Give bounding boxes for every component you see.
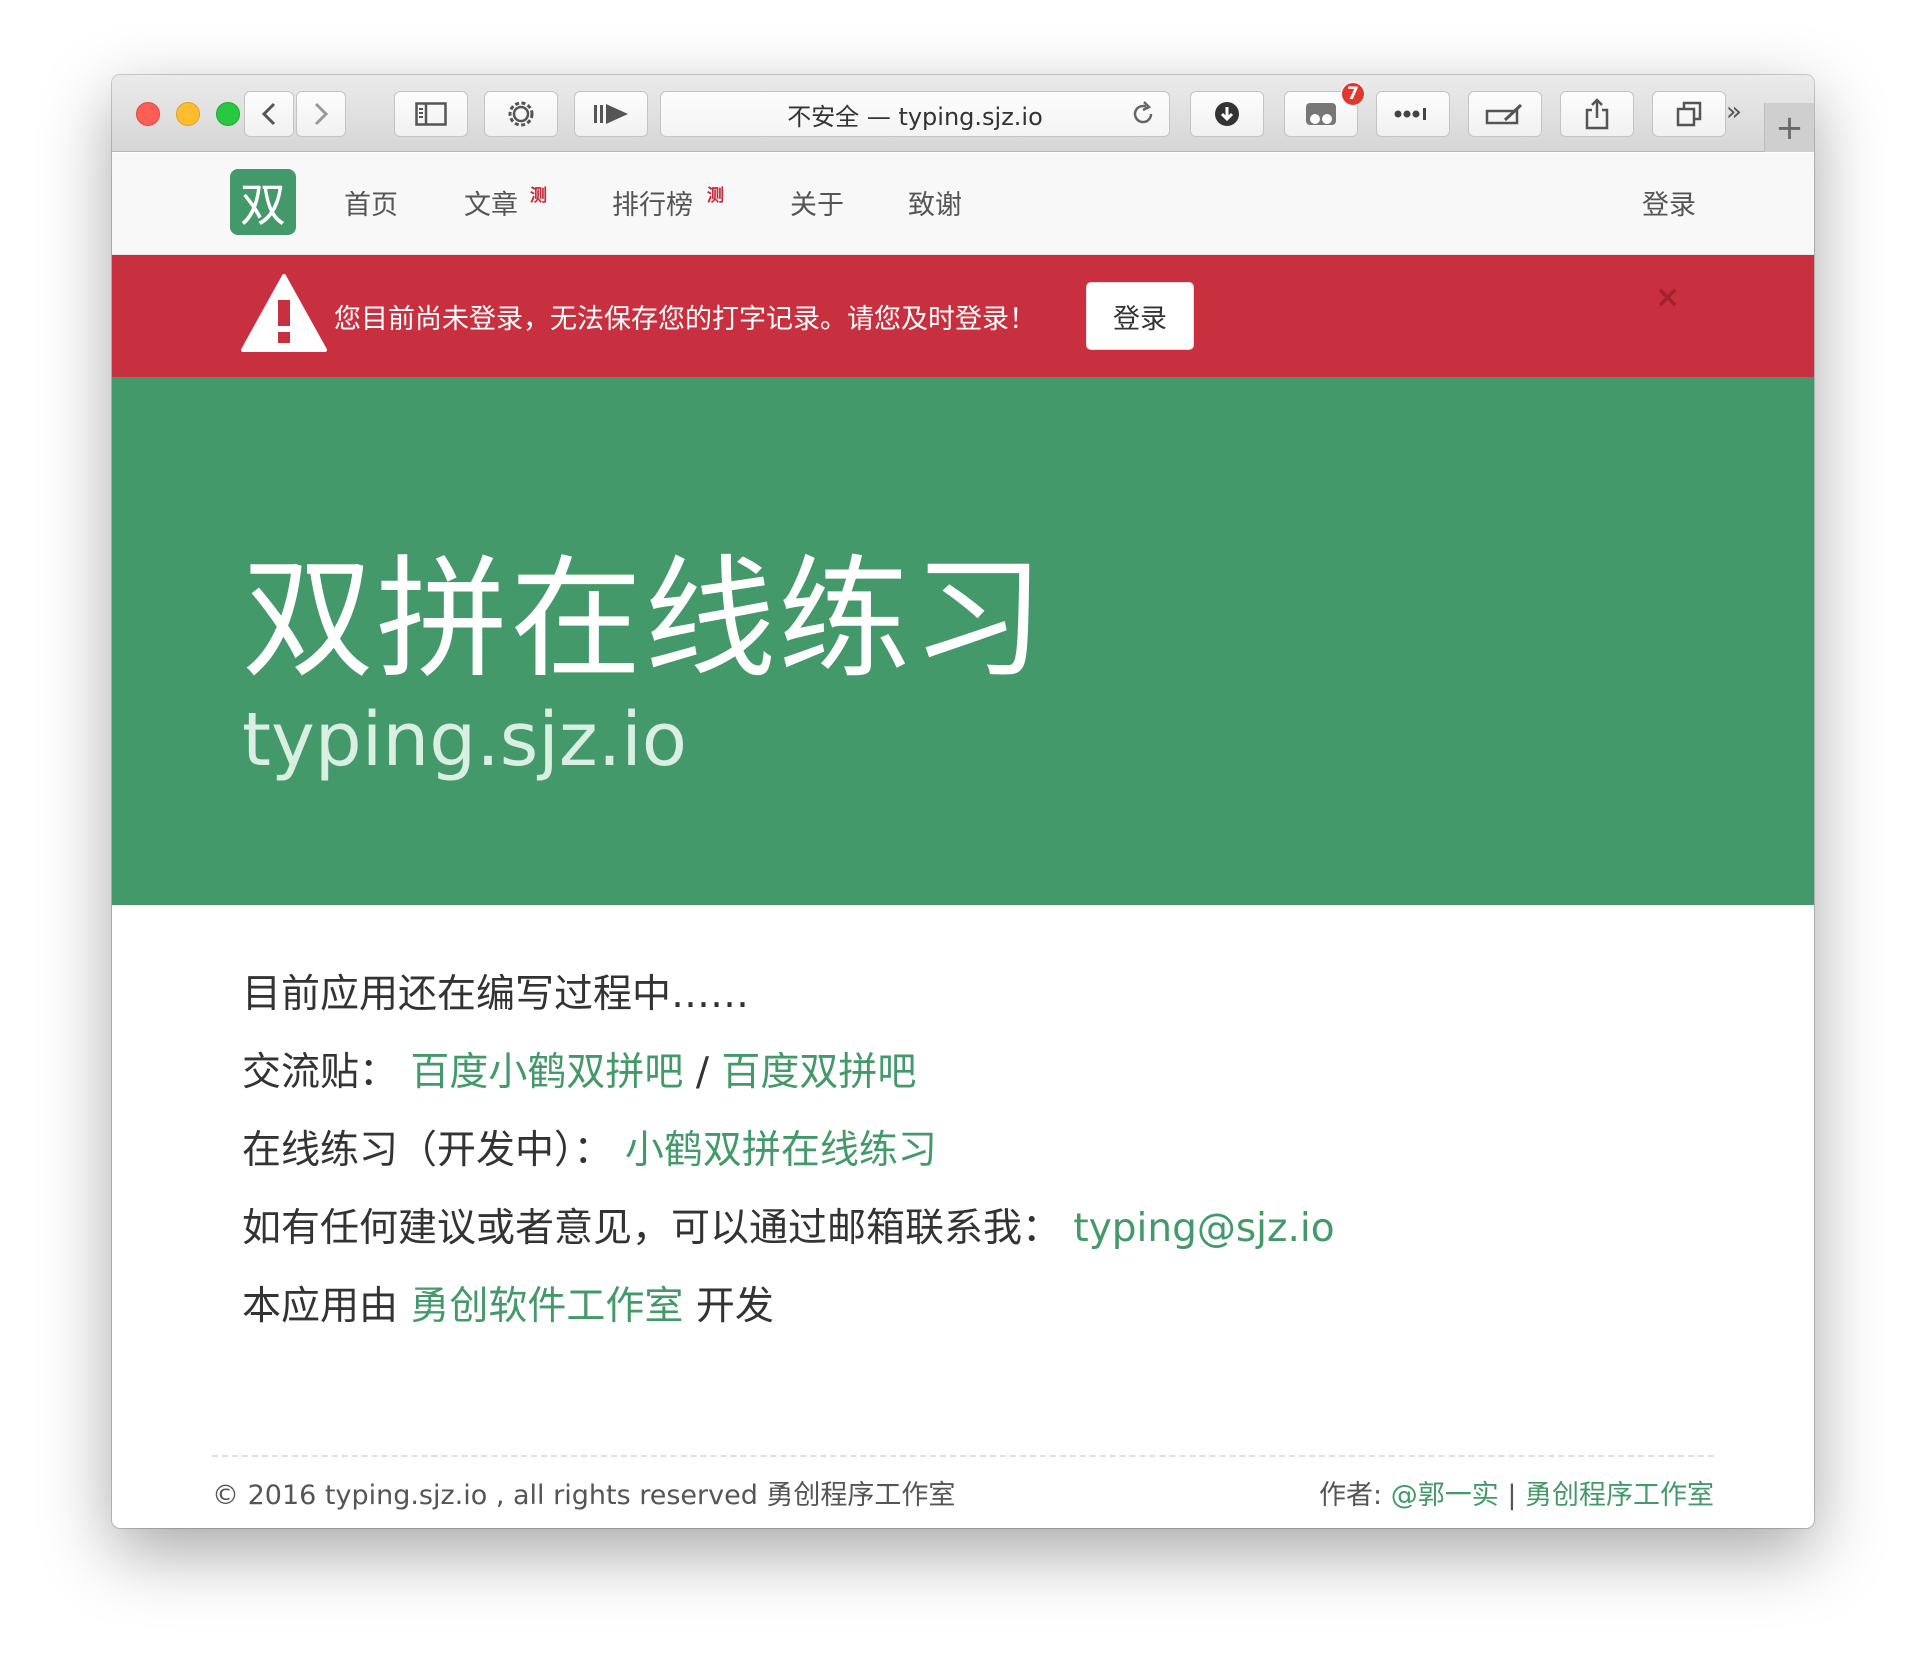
sidebar-icon	[415, 102, 447, 126]
zoom-window-button[interactable]	[216, 102, 240, 126]
new-tab-button[interactable]: +	[1764, 103, 1814, 152]
settings-button[interactable]	[484, 91, 558, 137]
site-logo[interactable]: 双	[230, 169, 296, 235]
pencil-icon	[1485, 103, 1523, 125]
nav-item-thanks[interactable]: 致谢	[908, 183, 962, 222]
gear-icon	[508, 101, 534, 127]
warning-icon	[241, 274, 327, 352]
footer-credits: 作者: @郭一实 | 勇创程序工作室	[1319, 1473, 1714, 1512]
footer-studio-link[interactable]: 勇创程序工作室	[1525, 1480, 1714, 1511]
close-window-button[interactable]	[136, 102, 160, 126]
chevron-left-icon	[261, 102, 276, 126]
back-button[interactable]	[244, 91, 294, 137]
forum-link-xiaohe[interactable]: 百度小鹤双拼吧	[410, 1050, 683, 1095]
minimize-window-button[interactable]	[176, 102, 200, 126]
reader-button[interactable]	[574, 91, 648, 137]
practice-label: 在线练习（开发中）：	[242, 1128, 613, 1173]
ellipsis-icon	[1394, 108, 1426, 120]
contact-line: 如有任何建议或者意见，可以通过邮箱联系我： typing@sjz.io	[242, 1197, 1335, 1253]
close-icon[interactable]: ×	[1655, 280, 1680, 315]
share-button[interactable]	[1560, 91, 1634, 137]
share-icon	[1585, 98, 1609, 130]
footer-separator: |	[1498, 1480, 1525, 1511]
tabs-icon	[1676, 101, 1702, 127]
download-icon	[1215, 102, 1239, 126]
forum-line: 交流贴： 百度小鹤双拼吧 / 百度双拼吧	[242, 1041, 916, 1097]
nav-item-articles[interactable]: 文章	[464, 183, 518, 222]
developer-line: 本应用由 勇创软件工作室 开发	[242, 1275, 774, 1331]
site-navbar: 双 首页 文章 测 排行榜 测 关于 致谢 登录	[112, 153, 1814, 255]
forum-separator: /	[695, 1050, 722, 1095]
nav-item-ranking[interactable]: 排行榜	[612, 183, 693, 222]
footer-copyright: © 2016 typing.sjz.io , all rights reserv…	[212, 1480, 956, 1511]
beta-badge: 测	[530, 186, 547, 206]
browser-window: 不安全 — typing.sjz.io 7 » + 双 首页 文章 测 排行榜 …	[112, 75, 1814, 1528]
glasses-icon	[1306, 103, 1336, 125]
studio-link[interactable]: 勇创软件工作室	[410, 1284, 683, 1329]
practice-line: 在线练习（开发中）： 小鹤双拼在线练习	[242, 1119, 937, 1175]
practice-link[interactable]: 小鹤双拼在线练习	[625, 1128, 937, 1173]
alert-login-button[interactable]: 登录	[1086, 282, 1194, 350]
footer-divider	[212, 1455, 1714, 1457]
developer-prefix: 本应用由	[242, 1284, 399, 1329]
nav-login-link[interactable]: 登录	[1642, 183, 1696, 222]
reload-icon[interactable]	[1129, 100, 1157, 134]
beta-badge: 测	[707, 186, 724, 206]
login-alert-banner: 您目前尚未登录，无法保存您的打字记录。请您及时登录！ 登录 ×	[112, 255, 1814, 377]
nav-item-home[interactable]: 首页	[344, 183, 398, 222]
play-icon	[594, 104, 628, 124]
forum-label: 交流贴：	[242, 1050, 399, 1095]
markup-button[interactable]	[1468, 91, 1542, 137]
contact-label: 如有任何建议或者意见，可以通过邮箱联系我：	[242, 1206, 1062, 1251]
browser-toolbar: 不安全 — typing.sjz.io 7 » +	[112, 75, 1814, 152]
nav-item-about[interactable]: 关于	[790, 183, 844, 222]
hero-banner: 双拼在线练习 typing.sjz.io	[112, 377, 1814, 905]
extension-button[interactable]: 7	[1284, 82, 1365, 137]
downloads-button[interactable]	[1190, 91, 1264, 137]
hero-title: 双拼在线练习	[242, 543, 1046, 697]
sidebar-button[interactable]	[394, 91, 468, 137]
tabs-overview-button[interactable]	[1652, 91, 1726, 137]
overflow-chevron-icon[interactable]: »	[1726, 97, 1742, 127]
address-bar[interactable]: 不安全 — typing.sjz.io	[660, 91, 1170, 137]
forum-link-shuangpin[interactable]: 百度双拼吧	[721, 1050, 916, 1095]
email-link[interactable]: typing@sjz.io	[1073, 1206, 1334, 1251]
more-extensions-button[interactable]	[1376, 91, 1450, 137]
url-text: 不安全 — typing.sjz.io	[787, 102, 1043, 131]
status-line: 目前应用还在编写过程中……	[242, 972, 750, 1017]
developer-suffix: 开发	[695, 1284, 774, 1329]
alert-message: 您目前尚未登录，无法保存您的打字记录。请您及时登录！	[334, 304, 1036, 335]
extension-badge: 7	[1341, 82, 1365, 106]
chevron-right-icon	[314, 102, 329, 126]
forward-button[interactable]	[296, 91, 346, 137]
author-label: 作者:	[1319, 1480, 1391, 1511]
hero-subtitle: typing.sjz.io	[242, 697, 688, 783]
author-link[interactable]: @郭一实	[1391, 1480, 1499, 1511]
